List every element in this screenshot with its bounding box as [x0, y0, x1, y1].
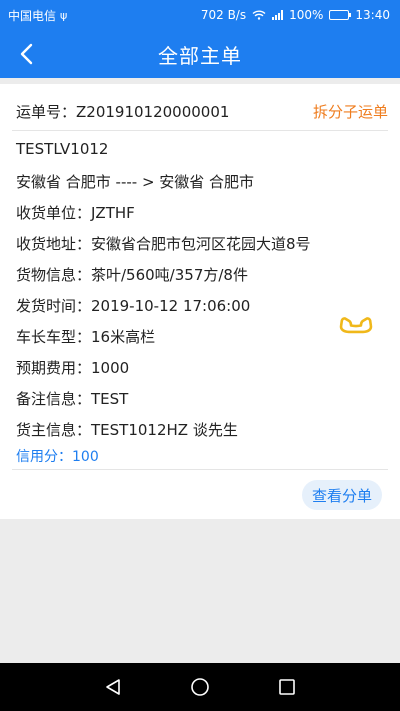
nav-back-icon[interactable] [101, 675, 125, 699]
route: 安徽省 合肥市 ---- > 安徽省 合肥市 [16, 173, 255, 191]
battery-percent: 100% [289, 8, 324, 22]
status-right: 702 B/s 100% 13:40 [201, 8, 390, 22]
order-number: 运单号：Z201910120000001 [16, 102, 230, 121]
signal-icon [272, 10, 284, 20]
system-nav-bar [0, 663, 400, 711]
order-number-row: 运单号：Z201910120000001 拆分子运单 [16, 100, 388, 122]
shipper-info: 货主信息：TEST1012HZ 谈先生 [16, 421, 238, 439]
credit-score: 信用分：100 [16, 449, 99, 465]
wifi-icon [252, 10, 266, 20]
carrier-label: 中国电信 [8, 8, 57, 23]
nav-recent-icon[interactable] [275, 675, 299, 699]
network-speed: 702 B/s [200, 8, 247, 22]
nav-home-icon[interactable] [188, 675, 212, 699]
goods-info: 货物信息：茶叶/560吨/357方/8件 [16, 266, 248, 284]
status-left: 中国电信 ψ [8, 7, 67, 24]
expected-fee: 预期费用：1000 [16, 359, 130, 377]
receiver-unit: 收货单位：JZTHF [16, 204, 135, 222]
receiver-address: 收货地址：安徽省合肥市包河区花园大道8号 [16, 235, 311, 253]
usb-icon: ψ [60, 8, 68, 22]
view-suborders-button[interactable]: 查看分单 [302, 480, 382, 510]
ship-time: 发货时间：2019-10-12 17:06:00 [16, 297, 251, 315]
order-code: TESTLV1012 [16, 140, 109, 158]
back-arrow-icon[interactable] [12, 40, 40, 68]
remarks: 备注信息：TEST [16, 390, 129, 408]
divider [12, 469, 388, 470]
clock: 13:40 [355, 8, 390, 22]
vehicle-type: 车长车型：16米高栏 [16, 328, 156, 346]
status-bar: 中国电信 ψ 702 B/s 100% 13:40 [0, 0, 400, 30]
divider [12, 130, 388, 131]
page-title: 全部主单 [158, 43, 242, 68]
phone-icon[interactable] [334, 300, 378, 344]
app-bar: 全部主单 [0, 30, 400, 78]
battery-icon [329, 10, 352, 20]
order-card: 运单号：Z201910120000001 拆分子运单 TESTLV1012 安徽… [0, 84, 400, 519]
split-suborder-link[interactable]: 拆分子运单 [313, 101, 388, 122]
